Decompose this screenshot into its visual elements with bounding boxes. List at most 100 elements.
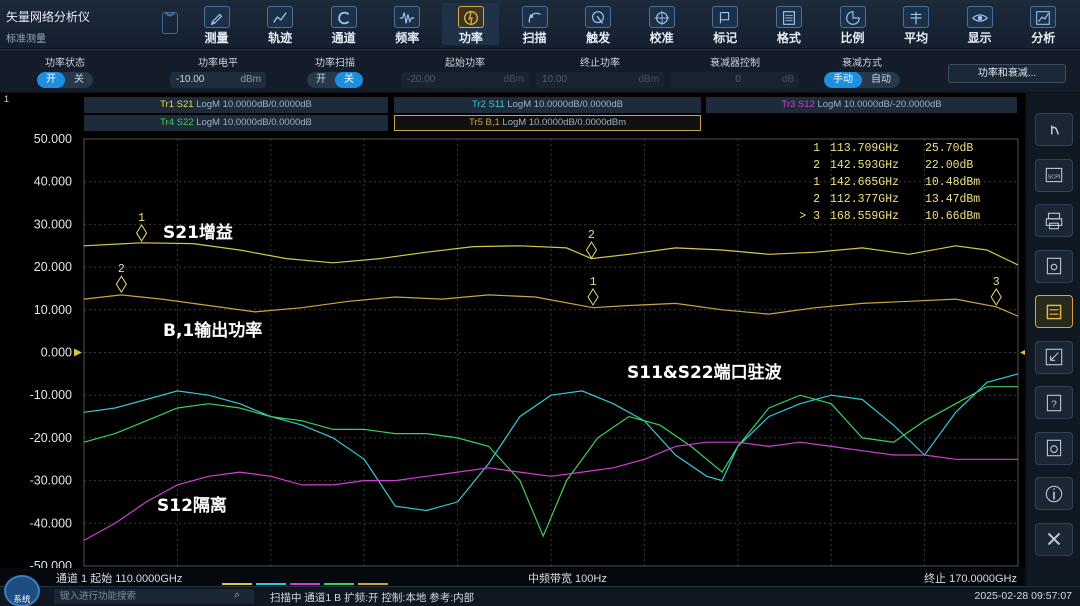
- trace-legend-item[interactable]: Tr3 S12 LogM 10.0000dB/-20.0000dB: [706, 97, 1017, 113]
- start-power-input[interactable]: -20.00 dBm: [401, 72, 529, 88]
- toolbar-button-label: 频率: [395, 31, 420, 45]
- status-bar: 系统 键入进行功能搜索 ⌕ 扫描中 通道1 B 扩频:开 控制:本地 参考:内部…: [0, 575, 1080, 606]
- sidebar-button-4[interactable]: [1035, 295, 1073, 328]
- power-and-attenuation-button[interactable]: 功率和衰减...: [948, 64, 1066, 83]
- average-icon: [903, 6, 930, 28]
- power-state-toggle[interactable]: 开 关: [37, 72, 93, 88]
- sidebar-button-9[interactable]: [1035, 522, 1073, 556]
- marker-readout-frequency: 112.377GHz: [830, 193, 899, 206]
- app-title: 矢量网络分析仪: [6, 10, 91, 24]
- annotation-s21: S21增益: [163, 222, 233, 243]
- marker-label: 2: [118, 263, 125, 276]
- marker-readout-number: > 3: [799, 210, 820, 223]
- sidebar-button-3[interactable]: [1035, 249, 1073, 283]
- sidebar-button-5[interactable]: [1035, 340, 1073, 374]
- function-search-input[interactable]: 键入进行功能搜索: [54, 589, 254, 604]
- toolbar-button-3[interactable]: 频率: [379, 3, 436, 45]
- toolbar-button-5[interactable]: 扫描: [506, 3, 563, 45]
- power-level-input[interactable]: -10.00 dBm: [170, 72, 266, 88]
- atten-mode-auto[interactable]: 自动: [862, 72, 900, 88]
- marker-label: 1: [138, 212, 145, 225]
- clock: 2025-02-28 09:57:07: [974, 590, 1073, 602]
- marker-readout-value: 22.00dB: [925, 159, 973, 172]
- power-sweep-on[interactable]: 开: [307, 72, 335, 88]
- sidebar-button-2[interactable]: [1035, 204, 1073, 237]
- toolbar-button-label: 格式: [776, 31, 801, 45]
- stop-power-input[interactable]: 10.00 dBm: [536, 72, 664, 88]
- atten-mode-manual[interactable]: 手动: [824, 72, 862, 88]
- toolbar-button-12[interactable]: 显示: [951, 3, 1008, 45]
- y-tick-label: -50.000: [30, 559, 72, 568]
- marker-readout-frequency: 142.665GHz: [830, 176, 899, 189]
- chart-panel: 50.000 40.000 30.000 20.000 10.000 0.000 -10.0…: [0, 93, 1025, 585]
- pencil-icon: [203, 6, 230, 28]
- stop-power-label: 终止功率: [580, 58, 620, 69]
- channel-number: 1: [4, 94, 10, 104]
- trace-legend-item[interactable]: Tr1 S21 LogM 10.0000dB/0.0000dB: [84, 97, 388, 113]
- toolbar-button-0[interactable]: 测量: [188, 3, 245, 45]
- toolbar-button-2[interactable]: 通道: [315, 3, 372, 45]
- crosshair-icon: [648, 6, 675, 28]
- toolbar-button-label: 校准: [649, 31, 674, 45]
- scale-icon: [839, 6, 866, 28]
- marker-readout-number: 2: [813, 159, 820, 172]
- toolbar-button-7[interactable]: 校准: [633, 3, 690, 45]
- trace-legend-item[interactable]: Tr4 S22 LogM 10.0000dB/0.0000dB: [84, 115, 388, 131]
- toolbar-button-10[interactable]: 比例: [824, 3, 881, 45]
- settings-doc-icon: [1046, 439, 1062, 457]
- y-tick-label: 40.000: [34, 175, 72, 189]
- sweep-icon: [521, 6, 548, 28]
- sidebar-button-1[interactable]: SCPI: [1035, 158, 1073, 192]
- power-state-on[interactable]: 开: [37, 72, 65, 88]
- toolbar-button-label: 比例: [840, 31, 865, 45]
- sidebar-button-6[interactable]: ?: [1035, 386, 1073, 419]
- atten-mode-toggle[interactable]: 手动 自动: [824, 72, 900, 88]
- y-tick-label: 50.000: [34, 132, 72, 146]
- sweep-info-bar: 通道 1 起始 110.0000GHz 中频带宽 100Hz 终止 170.00…: [0, 568, 1025, 586]
- sidebar-button-8[interactable]: [1035, 477, 1073, 510]
- hand-touch-icon: [1051, 125, 1060, 135]
- trace-tr1-s21: [83, 242, 1019, 266]
- search-icon[interactable]: ⌕: [234, 589, 240, 602]
- trigger-icon: [585, 6, 612, 28]
- attenuator-value: 0: [735, 74, 741, 85]
- reference-arrow-left: [74, 348, 82, 357]
- trace-desc: LogM 10.0000dB/0.0000dB: [507, 99, 624, 110]
- toolbar-button-11[interactable]: 平均: [888, 3, 945, 45]
- trace-legend-item[interactable]: Tr5 B,1 LogM 10.0000dB/0.0000dBm: [394, 115, 701, 131]
- sidebar-button-0[interactable]: [1035, 113, 1073, 146]
- trace-legend-item[interactable]: Tr2 S11 LogM 10.0000dB/0.0000dB: [394, 97, 701, 113]
- power-sweep-off[interactable]: 关: [335, 72, 363, 88]
- system-button[interactable]: 系统: [4, 575, 40, 606]
- toolbar-button-6[interactable]: 触发: [570, 3, 627, 45]
- power-state-off[interactable]: 关: [65, 72, 93, 88]
- toolbar-button-label: 轨迹: [268, 31, 293, 45]
- toolbar-button-4[interactable]: 功率: [442, 3, 500, 45]
- toolbar-button-8[interactable]: 标记: [697, 3, 754, 45]
- sidebar-button-7[interactable]: [1035, 431, 1073, 465]
- marker-readout-value: 10.66dBm: [925, 210, 980, 223]
- power-sweep-toggle[interactable]: 开 关: [307, 72, 363, 88]
- marker-diamond: [136, 223, 148, 242]
- toolbar-button-label: 分析: [1031, 31, 1056, 45]
- trace-plot[interactable]: 50.000 40.000 30.000 20.000 10.000 0.000 -10.0…: [0, 93, 1025, 568]
- stop-power-unit: dBm: [638, 74, 659, 85]
- toolbar-button-label: 测量: [204, 31, 229, 45]
- menu-collapse-button[interactable]: ︾: [162, 12, 178, 34]
- marker-readout-number: 1: [813, 176, 820, 189]
- trace-id: Tr1 S21: [160, 99, 194, 110]
- toolbar-button-label: 显示: [967, 31, 992, 45]
- vna-app: 矢量网络分析仪 标准测量 ︾ 测量 轨迹 通道 频率 功率 扫描 触发 校准 标记 格式 比例 平均显…: [0, 0, 1080, 606]
- start-power-unit: dBm: [503, 74, 524, 85]
- toolbar-button-13[interactable]: 分析: [1015, 3, 1072, 45]
- toolbar-button-1[interactable]: 轨迹: [252, 3, 309, 45]
- reference-arrow-right: [1020, 350, 1025, 355]
- y-tick-label: 10.000: [34, 303, 72, 317]
- attenuator-input[interactable]: 0 dB: [671, 72, 799, 88]
- y-tick-label: 0.000: [41, 346, 72, 360]
- toolbar-button-9[interactable]: 格式: [760, 3, 817, 45]
- power-level-group: 功率电平 -10.00 dBm: [168, 52, 268, 92]
- marker-icon: [712, 6, 739, 28]
- toolbar-button-label: 标记: [713, 31, 738, 45]
- y-tick-label: -30.000: [30, 474, 72, 488]
